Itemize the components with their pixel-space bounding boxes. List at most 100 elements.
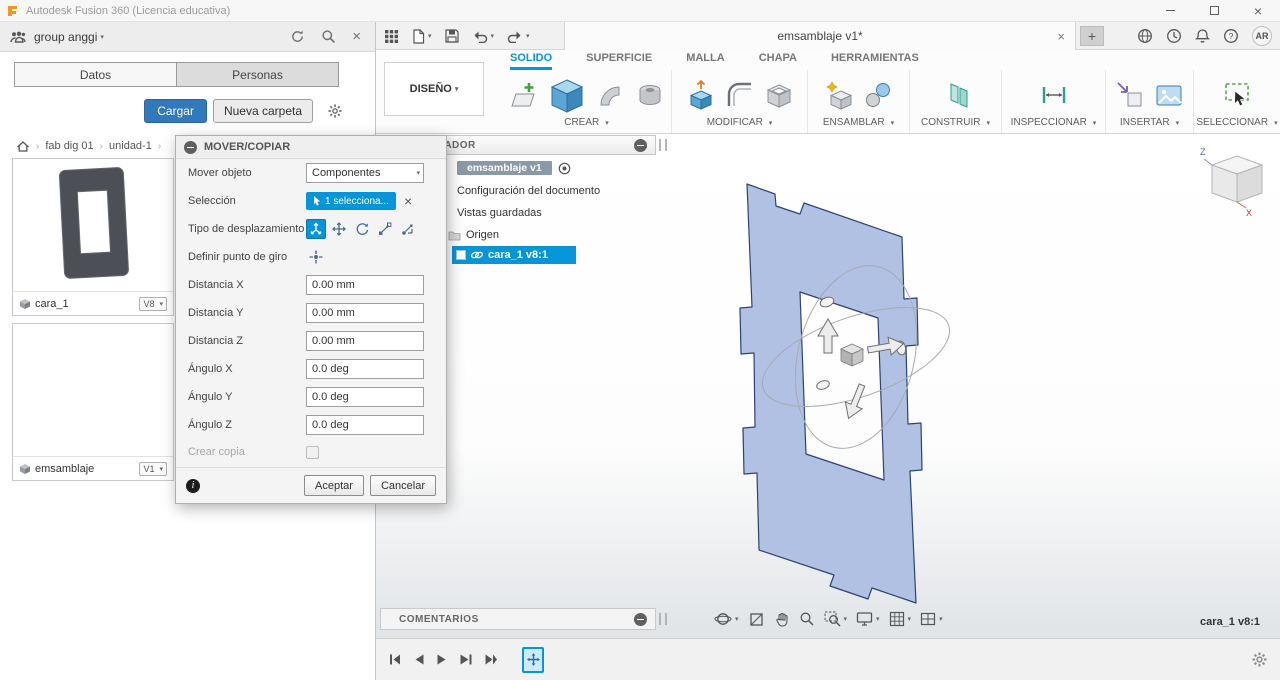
timeline-go-to-start-icon[interactable] [388, 653, 402, 666]
move-type-translate-icon[interactable] [329, 219, 349, 239]
cancel-dialog-button[interactable]: Cancelar [369, 475, 436, 496]
viewports-icon[interactable]: ▾ [920, 611, 943, 627]
browser-item-document-settings[interactable]: Configuración del documento [457, 185, 600, 197]
timeline-step-forward-icon[interactable] [459, 653, 473, 666]
panel-settings-gear-icon[interactable] [327, 103, 343, 119]
manipulator-center-cube[interactable] [840, 343, 864, 367]
extrude-icon[interactable] [546, 74, 588, 116]
collapse-dialog-icon[interactable] [184, 140, 197, 154]
new-document-tab-button[interactable]: + [1080, 26, 1104, 46]
clear-selection-icon[interactable]: × [404, 193, 412, 209]
grid-display-icon[interactable]: ▾ [889, 611, 911, 627]
dialog-titlebar[interactable]: MOVER/COPIAR [176, 136, 446, 159]
tab-herramientas[interactable]: HERRAMIENTAS [831, 52, 919, 70]
orbit-icon[interactable]: ▾ [714, 610, 739, 628]
home-icon[interactable] [16, 140, 30, 153]
angle-x-input[interactable] [306, 359, 424, 379]
notifications-bell-icon[interactable] [1195, 28, 1210, 44]
browser-resize-grip[interactable] [659, 139, 667, 151]
insert-canvas-icon[interactable] [1153, 79, 1185, 111]
move-type-rotate-icon[interactable] [352, 219, 372, 239]
new-folder-button[interactable]: Nueva carpeta [212, 99, 313, 123]
save-icon[interactable] [444, 29, 459, 43]
set-pivot-icon[interactable] [306, 247, 326, 267]
job-status-clock-icon[interactable] [1166, 28, 1182, 44]
timeline-go-to-end-icon[interactable] [484, 653, 498, 666]
group-label-inspeccionar[interactable]: INSPECCIONAR ▾ [1011, 117, 1097, 133]
hole-icon[interactable] [634, 79, 666, 111]
info-icon[interactable]: i [186, 478, 200, 493]
breadcrumb-folder[interactable]: unidad-1 [109, 140, 152, 152]
version-chip[interactable]: V8 ▾ [139, 296, 167, 311]
file-menu-icon[interactable]: ▾ [412, 28, 432, 44]
timeline-move-feature-item[interactable] [522, 646, 544, 673]
browser-item-origin[interactable]: Origen [448, 229, 499, 241]
press-pull-icon[interactable] [685, 79, 717, 111]
visibility-icon[interactable] [558, 162, 571, 175]
group-label-construir[interactable]: CONSTRUIR ▾ [921, 117, 990, 133]
comments-resize-grip[interactable] [659, 613, 667, 625]
tab-superficie[interactable]: SUPERFICIE [586, 52, 652, 70]
revolve-icon[interactable] [595, 79, 627, 111]
team-name[interactable]: group anggi [34, 30, 97, 44]
select-icon[interactable] [1220, 79, 1254, 111]
move-type-point-to-point-icon[interactable] [375, 219, 395, 239]
timeline-play-icon[interactable] [436, 653, 448, 666]
redo-icon[interactable]: ▾ [507, 30, 530, 43]
close-button[interactable]: × [1236, 0, 1280, 21]
move-type-point-to-position-icon[interactable] [398, 219, 418, 239]
timeline-settings-gear-icon[interactable] [1251, 651, 1268, 668]
workspace-selector[interactable]: DISEÑO ▾ [384, 62, 484, 116]
minimize-button[interactable] [1148, 0, 1192, 21]
shell-icon[interactable] [763, 79, 795, 111]
tab-solido[interactable]: SOLIDO [510, 52, 553, 70]
group-label-crear[interactable]: CREAR ▾ [564, 117, 609, 133]
display-settings-icon[interactable]: ▾ [856, 611, 880, 627]
refresh-icon[interactable] [290, 29, 305, 44]
zoom-window-icon[interactable]: ▾ [824, 611, 847, 627]
user-avatar[interactable]: AR [1252, 26, 1272, 46]
design-card-cara-1[interactable]: cara_1 V8 ▾ [12, 158, 174, 316]
joint-icon[interactable] [862, 79, 894, 111]
insert-derive-icon[interactable] [1114, 79, 1146, 111]
zoom-icon[interactable] [799, 611, 815, 627]
move-object-select[interactable]: Componentes ▾ [306, 163, 424, 183]
part-cara-1[interactable] [739, 183, 923, 604]
viewport[interactable]: Z X NAVEGADOR emsamblaje v1 Configur [376, 134, 1280, 638]
browser-item-cara-1-selected[interactable]: cara_1 v8:1 [452, 246, 576, 264]
upload-button[interactable]: Cargar [144, 99, 207, 123]
distance-x-input[interactable] [306, 275, 424, 295]
selection-chip[interactable]: 1 selecciona... [306, 192, 396, 210]
fillet-icon[interactable] [724, 79, 756, 111]
pan-icon[interactable] [774, 611, 790, 628]
root-item-chip[interactable]: emsamblaje v1 [457, 161, 552, 175]
angle-z-input[interactable] [306, 415, 424, 435]
angle-y-input[interactable] [306, 387, 424, 407]
group-label-insertar[interactable]: INSERTAR ▾ [1120, 117, 1179, 133]
extensions-icon[interactable] [1137, 28, 1153, 44]
new-component-icon[interactable] [823, 79, 855, 111]
group-label-modificar[interactable]: MODIFICAR ▾ [707, 117, 773, 133]
data-panel-toggle-icon[interactable] [384, 29, 399, 44]
browser-root-item[interactable]: emsamblaje v1 [457, 161, 571, 175]
measure-icon[interactable] [1038, 79, 1070, 111]
accept-button[interactable]: Aceptar [304, 475, 364, 496]
distance-y-input[interactable] [306, 303, 424, 323]
comments-bar[interactable]: COMENTARIOS [380, 608, 656, 630]
design-card-emsamblaje[interactable]: emsamblaje V1 ▾ [12, 323, 174, 481]
help-icon[interactable]: ? [1223, 28, 1239, 44]
construction-plane-icon[interactable] [940, 79, 972, 111]
collapse-browser-icon[interactable] [634, 138, 647, 152]
tab-chapa[interactable]: CHAPA [759, 52, 797, 70]
timeline-step-back-icon[interactable] [413, 653, 425, 666]
group-label-seleccionar[interactable]: SELECCIONAR ▾ [1196, 117, 1277, 133]
close-document-icon[interactable]: × [1057, 29, 1065, 44]
distance-z-input[interactable] [306, 331, 424, 351]
create-sketch-icon[interactable] [507, 79, 539, 111]
search-icon[interactable] [321, 29, 336, 44]
expand-comments-icon[interactable] [634, 612, 647, 626]
document-tab[interactable]: emsamblaje v1* × [564, 22, 1076, 50]
create-copy-checkbox[interactable] [306, 445, 319, 459]
tab-malla[interactable]: MALLA [686, 52, 725, 70]
undo-icon[interactable]: ▾ [472, 30, 494, 43]
